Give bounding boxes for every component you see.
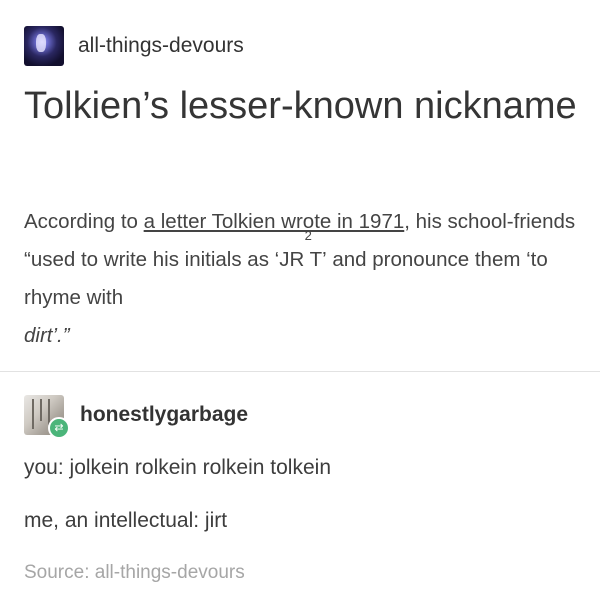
exponent-two: 2 xyxy=(304,228,312,243)
reblog-line: you: jolkein rolkein rolkein tolkein xyxy=(24,456,331,479)
body-italic-end: dirt’.” xyxy=(24,324,70,347)
source-link[interactable]: Source: all-things-devours xyxy=(24,562,245,584)
reblogger-username[interactable]: honestlygarbage xyxy=(80,403,248,427)
author-avatar[interactable] xyxy=(24,26,64,66)
avatar-stroke xyxy=(32,399,34,429)
reblog-divider xyxy=(0,371,600,372)
reblogger-avatar[interactable]: ⇄ xyxy=(24,395,70,439)
initials-text: ‘JR T’ xyxy=(274,248,327,271)
original-author-row: all-things-devours xyxy=(24,26,244,66)
body-intro: According to xyxy=(24,210,144,233)
reblog-author-row: ⇄ honestlygarbage xyxy=(24,395,248,439)
author-username[interactable]: all-things-devours xyxy=(78,34,244,58)
reblog-line: me, an intellectual: jirt xyxy=(24,509,228,532)
avatar-figure xyxy=(36,34,46,52)
letter-link[interactable]: a letter Tolkien wrote in 1971 xyxy=(144,210,405,233)
post-body: According to a letter Tolkien wrote in 1… xyxy=(24,203,584,355)
tumblr-post: all-things-devours Tolkien’s lesser-know… xyxy=(0,0,600,600)
reblog-icon: ⇄ xyxy=(48,417,70,439)
post-title: Tolkien’s lesser-known nickname xyxy=(24,85,577,127)
avatar-stroke xyxy=(40,399,42,421)
initials-with-exponent: ‘JR T’ 2 xyxy=(274,229,327,279)
